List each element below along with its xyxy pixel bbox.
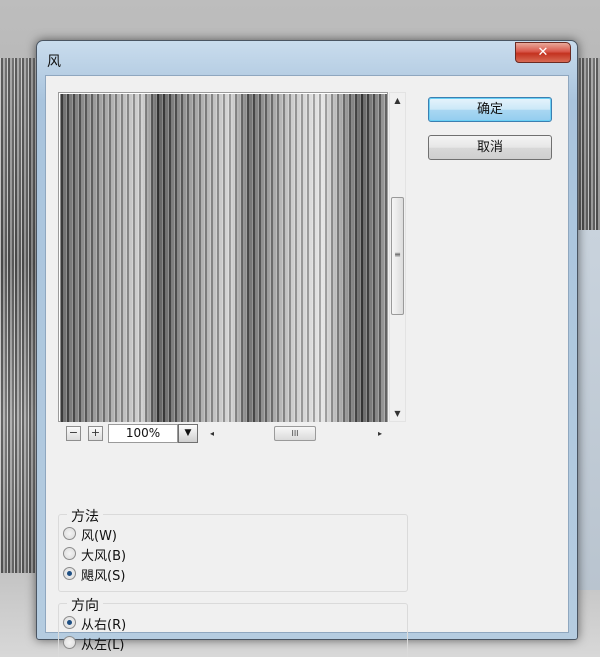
cancel-button[interactable]: 取消	[428, 135, 552, 160]
zoom-out-button[interactable]: −	[66, 426, 81, 441]
radio-label: 风(W)	[81, 529, 117, 544]
direction-group: 方向 从右(R) 从左(L)	[58, 595, 408, 657]
preview-vertical-scrollbar[interactable]: ▲ ≡ ▼	[389, 92, 406, 422]
radio-button[interactable]	[63, 567, 76, 580]
scroll-left-icon[interactable]: ◂	[206, 426, 218, 441]
method-group: 方法 风(W) 大风(B) 飓风(S)	[58, 506, 408, 592]
close-button[interactable]: ✕	[515, 42, 571, 63]
horizontal-scroll-thumb[interactable]: III	[274, 426, 316, 441]
chevron-down-icon: ▼	[184, 428, 192, 438]
ok-button[interactable]: 确定	[428, 97, 552, 122]
close-icon: ✕	[537, 45, 549, 60]
radio-label: 从左(L)	[81, 638, 125, 653]
preview-pane[interactable]	[58, 92, 388, 422]
scroll-right-icon[interactable]: ▸	[374, 426, 386, 441]
wind-filter-dialog: 风 ✕ ▲ ≡ ▼ − + 100% ▼ ◂ III ▸ 确定 取消 方法 风(…	[36, 40, 578, 657]
scroll-up-icon[interactable]: ▲	[390, 93, 405, 108]
zoom-level-field[interactable]: 100%	[108, 424, 178, 443]
preview-image[interactable]	[60, 94, 388, 422]
radio-label: 飓风(S)	[81, 569, 126, 584]
preview-horizontal-scrollbar[interactable]: ◂ III ▸	[206, 426, 386, 441]
radio-label: 大风(B)	[81, 549, 127, 564]
method-legend: 方法	[67, 506, 103, 526]
radio-button[interactable]	[63, 527, 76, 540]
title-bar[interactable]: 风 ✕	[37, 41, 577, 75]
radio-button[interactable]	[63, 636, 76, 649]
vertical-scroll-thumb[interactable]: ≡	[391, 197, 404, 315]
dialog-body: ▲ ≡ ▼ − + 100% ▼ ◂ III ▸ 确定 取消 方法 风(W) 大…	[45, 75, 569, 657]
direction-legend: 方向	[67, 595, 103, 615]
window-title: 风	[47, 54, 61, 70]
radio-button[interactable]	[63, 616, 76, 629]
radio-label: 从右(R)	[81, 618, 127, 633]
radio-button[interactable]	[63, 547, 76, 560]
zoom-dropdown-button[interactable]: ▼	[178, 424, 198, 443]
zoom-in-button[interactable]: +	[88, 426, 103, 441]
scroll-down-icon[interactable]: ▼	[390, 406, 405, 421]
